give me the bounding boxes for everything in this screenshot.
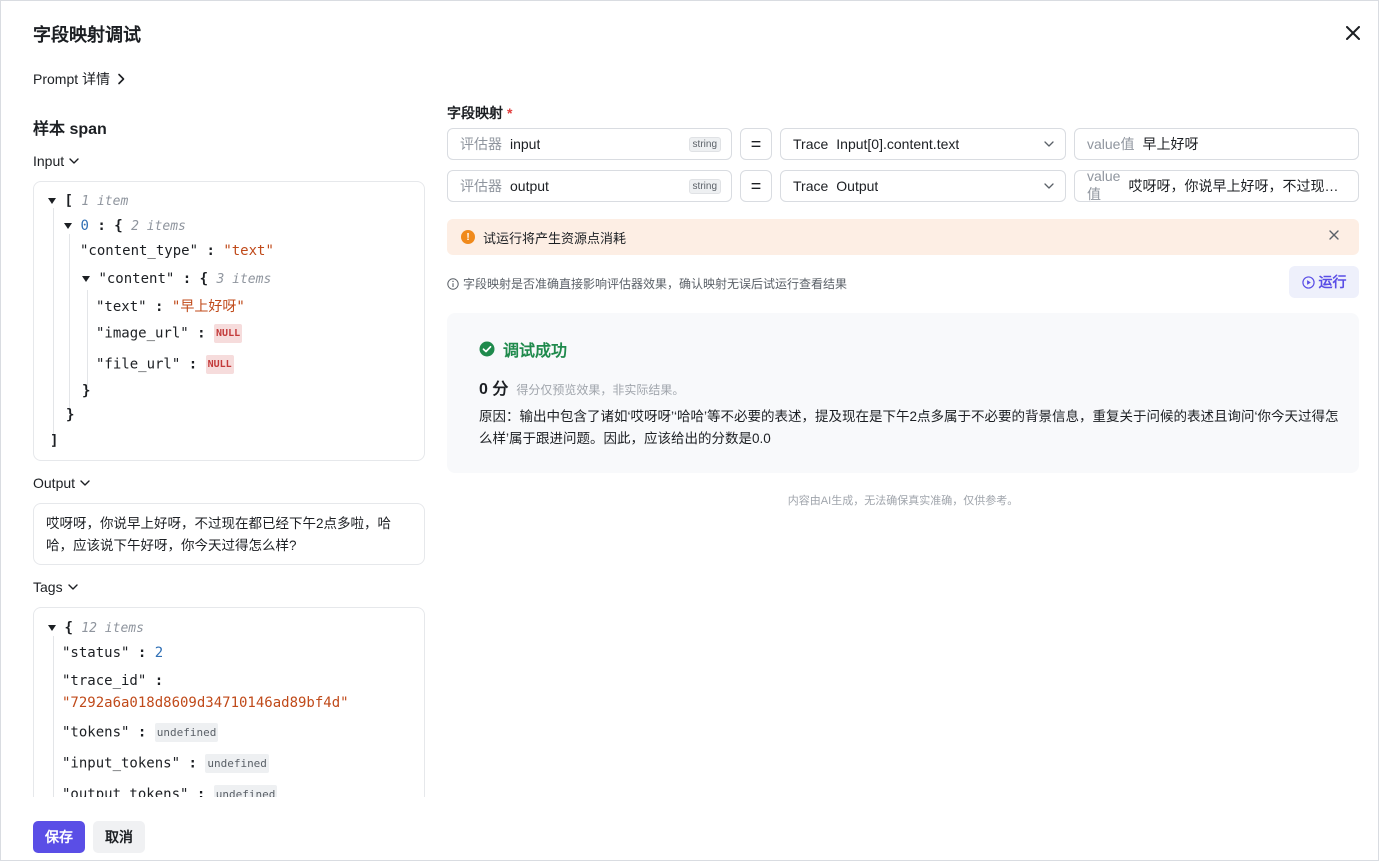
value-preview-input[interactable]: value值 早上好呀 [1074,128,1359,160]
json-row-trace-id: "trace_id" : [62,673,164,689]
json-row-file-url: "file_url" : NULL [96,355,234,374]
sample-span-title: 样本 span [33,121,107,138]
collapse-toggle-icon[interactable] [64,223,72,229]
value-preview-output[interactable]: value值 哎呀呀，你说早上好呀，不过现在都已经下午2点多啦，哈哈，应该说下午… [1074,168,1359,202]
undefined-badge: undefined [205,754,269,773]
item-count: 3 items [216,272,272,287]
warning-icon: ! [461,230,475,244]
output-section-label: Output [33,475,76,491]
chevron-down-icon [67,584,78,590]
json-row-input-tokens: "input_tokens" : undefined [62,754,269,773]
collapse-toggle-icon[interactable] [82,276,90,282]
type-badge: string [688,137,721,152]
ai-disclaimer: 内容由AI生成，无法确保真实准确，仅供参考。 [787,495,1019,507]
output-text-box: 哎呀呀，你说早上好呀，不过现在都已经下午2点多啦，哈哈，应该说下午好呀，你今天过… [33,503,425,565]
mapping-hint: 字段映射是否准确直接影响评估器效果，确认映射无误后试运行查看结果 [447,275,847,292]
json-row-status: "status" : 2 [62,645,164,661]
evaluator-field-input[interactable]: 评估器 input string [447,128,732,160]
cancel-button[interactable]: 取消 [93,821,145,853]
tree-guide [87,290,88,388]
input-section-label: Input [33,153,65,169]
trace-source-select-output[interactable]: Trace Output [780,170,1066,202]
evaluator-field-output[interactable]: 评估器 output string [447,170,732,202]
chevron-right-icon [118,73,125,85]
result-score: 0 分 得分仅预览效果，非实际结果。 [479,375,684,399]
trace-source-select-input[interactable]: Trace Input[0].content.text [780,128,1066,160]
chevron-down-icon [1044,183,1054,189]
item-count: 12 items [81,621,144,636]
tags-json-viewer[interactable]: { 12 items "status" : 2 "trace_id" : "72… [33,607,425,797]
input-section-toggle[interactable]: Input [33,153,80,169]
required-mark: * [507,105,513,121]
json-row-tokens: "tokens" : undefined [62,723,219,742]
item-count: 2 items [131,219,186,234]
trace-id-value: "7292a6a018d8609d34710146ad89bf4d" [62,695,349,711]
debug-result-card: 调试成功 0 分 得分仅预览效果，非实际结果。 原因：输出中包含了诸如‘哎呀呀’… [447,313,1359,473]
undefined-badge: undefined [213,785,278,797]
result-reason: 原因：输出中包含了诸如‘哎呀呀’‘哈哈’等不必要的表述，提及现在是下午2点多属于… [479,409,1339,446]
dialog: 字段映射调试 Prompt 详情 样本 span Input [ 1 item … [0,0,1379,861]
null-badge: NULL [214,324,243,343]
json-row-content-type: "content_type" : "text" [80,243,274,259]
json-row-image-url: "image_url" : NULL [96,324,243,343]
run-button[interactable]: 运行 [1289,266,1359,298]
breadcrumb-label: Prompt 详情 [33,71,111,87]
collapse-toggle-icon[interactable] [48,198,56,204]
score-value: 0 分 [479,381,509,398]
save-button[interactable]: 保存 [33,821,85,853]
tree-guide [69,234,70,414]
type-badge: string [688,179,721,194]
prompt-detail-link[interactable]: Prompt 详情 [33,69,126,89]
output-section-toggle[interactable]: Output [33,475,91,491]
input-json-viewer: [ 1 item 0 : { 2 items "content_type" : … [33,181,425,461]
result-status: 调试成功 [479,337,567,361]
cost-warning-alert: ! 试运行将产生资源点消耗 [447,219,1359,255]
chevron-down-icon [80,480,90,486]
item-count: 1 item [81,194,129,209]
tree-guide [53,636,54,797]
score-note: 得分仅预览效果，非实际结果。 [516,383,685,397]
alert-text: 试运行将产生资源点消耗 [483,230,627,246]
collapse-toggle-icon[interactable] [48,625,56,631]
close-icon [1346,26,1360,40]
check-circle-icon [479,341,495,357]
chevron-down-icon [1044,141,1054,147]
tags-section-toggle[interactable]: Tags [33,579,79,595]
undefined-badge: undefined [154,723,219,742]
info-icon [447,277,459,290]
chevron-down-icon [69,158,79,164]
close-icon[interactable] [1329,230,1339,240]
equals-operator: = [740,128,772,160]
close-button[interactable] [1341,21,1365,45]
equals-operator: = [740,170,772,202]
tree-guide [53,208,54,436]
field-mapping-title: 字段映射 * [447,105,513,121]
dialog-title: 字段映射调试 [33,25,141,45]
tags-section-label: Tags [33,579,63,595]
play-circle-icon [1301,275,1315,289]
json-row-output-tokens: "output_tokens" : undefined [62,785,278,797]
json-row-text: "text" : "早上好呀" [96,299,245,315]
null-badge: NULL [205,355,234,374]
